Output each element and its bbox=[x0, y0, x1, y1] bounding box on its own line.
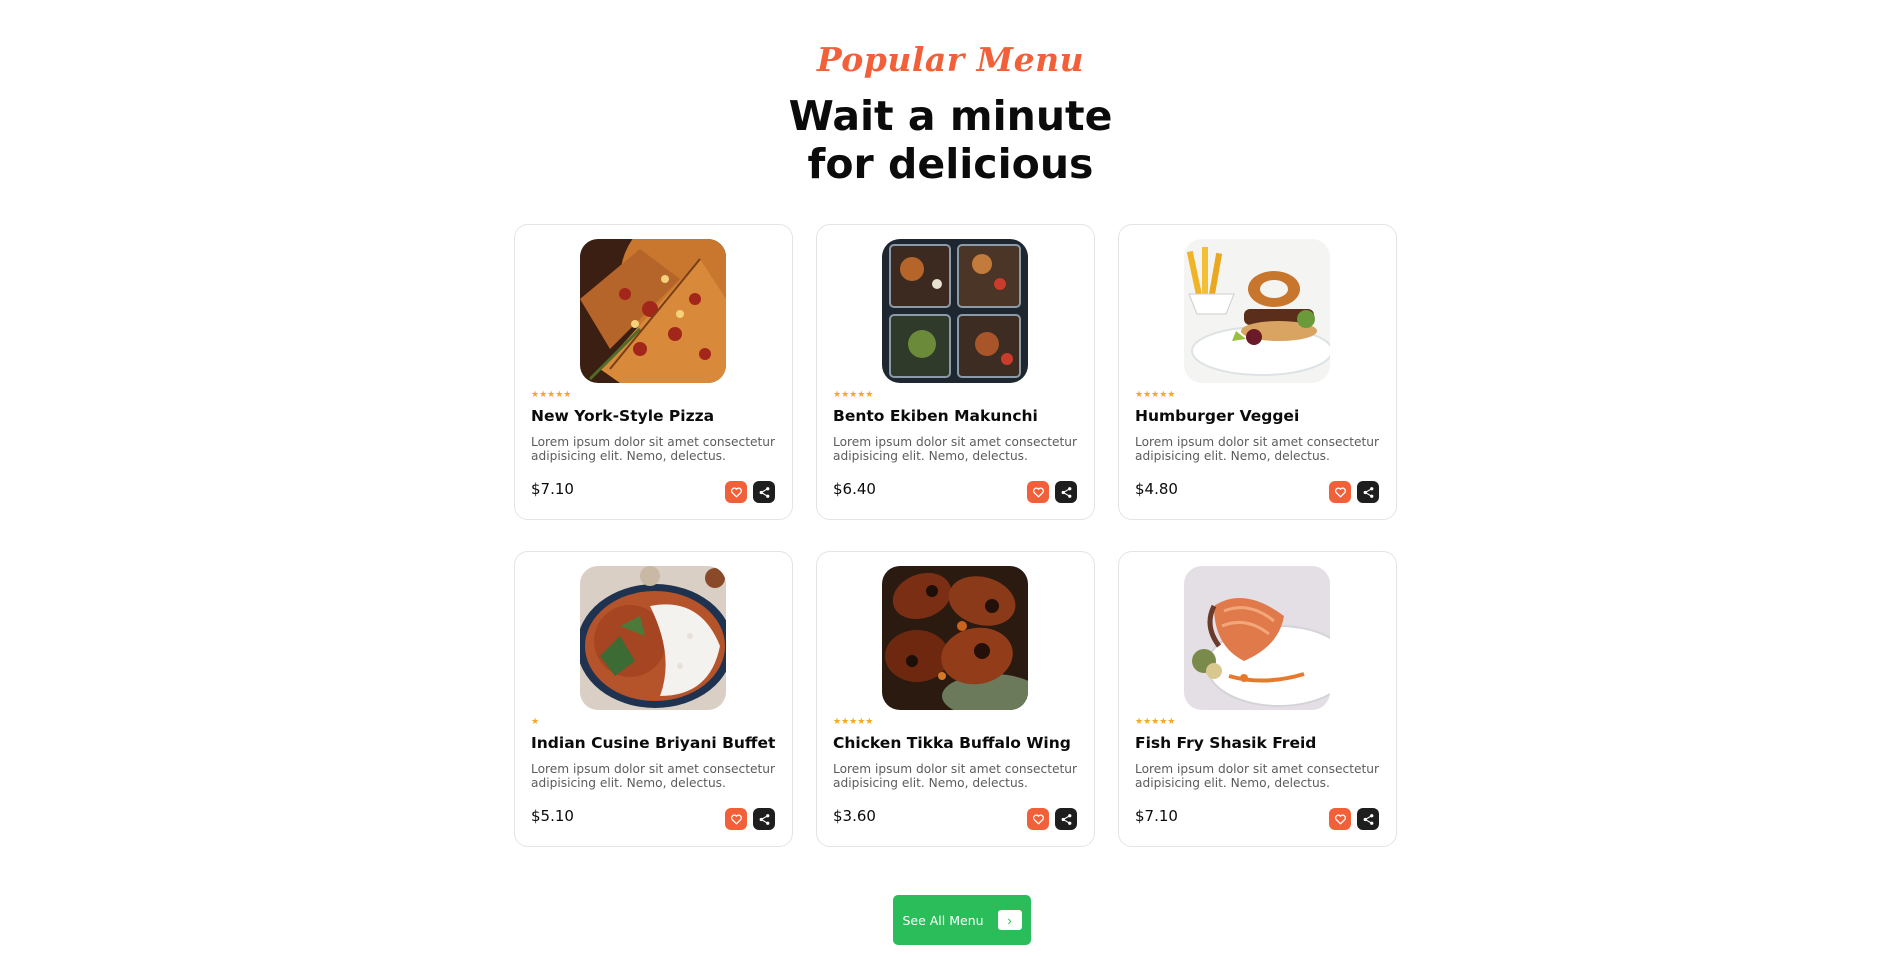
dish-name: Bento Ekiben Makunchi bbox=[833, 407, 1038, 425]
rating-stars: ★★★★★ bbox=[833, 716, 874, 726]
heart-icon bbox=[730, 487, 742, 497]
curry-rice-photo[interactable] bbox=[580, 566, 726, 710]
heart-icon bbox=[1334, 814, 1346, 824]
chevron-right-icon: › bbox=[997, 910, 1022, 930]
favorite-button[interactable] bbox=[725, 808, 747, 830]
dish-description: Lorem ipsum dolor sit amet consectetur a… bbox=[833, 435, 1077, 463]
share-button[interactable] bbox=[1357, 808, 1379, 830]
rating-stars: ★★★★★ bbox=[531, 389, 572, 399]
see-all-menu-button[interactable]: See All Menu › bbox=[893, 895, 1031, 945]
dish-price: $5.10 bbox=[531, 807, 574, 825]
rating-stars: ★ bbox=[531, 716, 540, 726]
menu-card[interactable]: ★★★★★ Bento Ekiben Makunchi Lorem ipsum … bbox=[816, 224, 1095, 520]
dish-description: Lorem ipsum dolor sit amet consectetur a… bbox=[1135, 762, 1379, 790]
share-icon bbox=[759, 813, 769, 825]
favorite-button[interactable] bbox=[1329, 808, 1351, 830]
chicken-wings-photo[interactable] bbox=[882, 566, 1028, 710]
share-button[interactable] bbox=[1055, 808, 1077, 830]
menu-card[interactable]: ★ Indian Cusine Briyani Buffet Lorem ips… bbox=[514, 551, 793, 847]
dish-price: $7.10 bbox=[1135, 807, 1178, 825]
heart-icon bbox=[1334, 487, 1346, 497]
share-icon bbox=[1363, 813, 1373, 825]
popular-menu-section: Popular Menu Wait a minute for delicious bbox=[0, 0, 1901, 956]
bento-photo[interactable] bbox=[882, 239, 1028, 383]
share-icon bbox=[1061, 813, 1071, 825]
pizza-photo[interactable] bbox=[580, 239, 726, 383]
share-button[interactable] bbox=[1357, 481, 1379, 503]
menu-card[interactable]: ★★★★★ Humburger Veggei Lorem ipsum dolor… bbox=[1118, 224, 1397, 520]
dish-name: New York-Style Pizza bbox=[531, 407, 715, 425]
favorite-button[interactable] bbox=[725, 481, 747, 503]
favorite-button[interactable] bbox=[1027, 481, 1049, 503]
see-all-menu-label: See All Menu bbox=[902, 912, 984, 928]
dish-description: Lorem ipsum dolor sit amet consectetur a… bbox=[531, 762, 775, 790]
favorite-button[interactable] bbox=[1329, 481, 1351, 503]
dish-description: Lorem ipsum dolor sit amet consectetur a… bbox=[1135, 435, 1379, 463]
menu-card[interactable]: ★★★★★ Chicken Tikka Buffalo Wing Lorem i… bbox=[816, 551, 1095, 847]
dish-name: Chicken Tikka Buffalo Wing bbox=[833, 734, 1071, 752]
heart-icon bbox=[730, 814, 742, 824]
rating-stars: ★★★★★ bbox=[1135, 389, 1176, 399]
share-button[interactable] bbox=[1055, 481, 1077, 503]
dish-price: $6.40 bbox=[833, 480, 876, 498]
heart-icon bbox=[1032, 814, 1044, 824]
dish-name: Fish Fry Shasik Freid bbox=[1135, 734, 1317, 752]
share-button[interactable] bbox=[753, 481, 775, 503]
dish-name: Humburger Veggei bbox=[1135, 407, 1300, 425]
dish-name: Indian Cusine Briyani Buffet bbox=[531, 734, 776, 752]
heart-icon bbox=[1032, 487, 1044, 497]
menu-card[interactable]: ★★★★★ Fish Fry Shasik Freid Lorem ipsum … bbox=[1118, 551, 1397, 847]
headline-line-2: for delicious bbox=[807, 140, 1094, 188]
share-icon bbox=[1061, 486, 1071, 498]
dish-price: $7.10 bbox=[531, 480, 574, 498]
rating-stars: ★★★★★ bbox=[833, 389, 874, 399]
dish-description: Lorem ipsum dolor sit amet consectetur a… bbox=[531, 435, 775, 463]
section-kicker: Popular Menu bbox=[816, 40, 1085, 79]
menu-card[interactable]: ★★★★★ New York-Style Pizza Lorem ipsum d… bbox=[514, 224, 793, 520]
rating-stars: ★★★★★ bbox=[1135, 716, 1176, 726]
dish-price: $3.60 bbox=[833, 807, 876, 825]
share-button[interactable] bbox=[753, 808, 775, 830]
dish-description: Lorem ipsum dolor sit amet consectetur a… bbox=[833, 762, 1077, 790]
share-icon bbox=[759, 486, 769, 498]
salmon-photo[interactable] bbox=[1184, 566, 1330, 710]
share-icon bbox=[1363, 486, 1373, 498]
favorite-button[interactable] bbox=[1027, 808, 1049, 830]
dish-price: $4.80 bbox=[1135, 480, 1178, 498]
section-headline: Wait a minute for delicious bbox=[0, 92, 1901, 188]
burger-photo[interactable] bbox=[1184, 239, 1330, 383]
menu-grid: ★★★★★ New York-Style Pizza Lorem ipsum d… bbox=[514, 224, 1397, 847]
headline-line-1: Wait a minute bbox=[788, 92, 1113, 140]
